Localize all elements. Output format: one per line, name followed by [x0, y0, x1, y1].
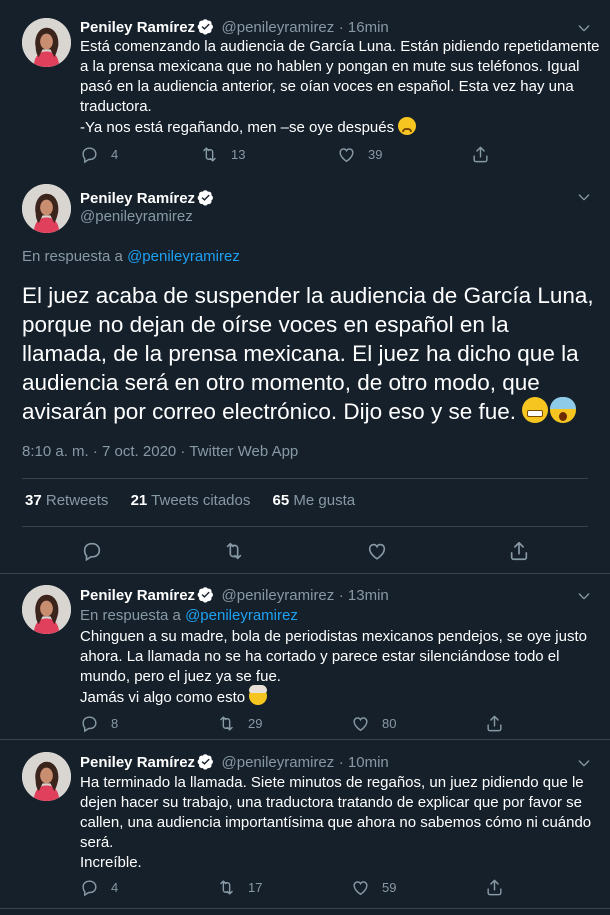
- reply-context: En respuesta a @penileyramirez: [80, 607, 298, 624]
- author-handle[interactable]: @penileyramirez: [222, 19, 335, 36]
- avatar[interactable]: [22, 18, 71, 67]
- reply-icon: [80, 714, 99, 733]
- author-handle[interactable]: @penileyramirez: [222, 754, 335, 771]
- reply-to-link[interactable]: @penileyramirez: [185, 607, 298, 624]
- author-name[interactable]: Peniley Ramírez: [80, 754, 195, 771]
- verified-icon: [197, 189, 214, 206]
- share-icon: [471, 145, 490, 164]
- tweet-time[interactable]: · 10min: [339, 754, 389, 771]
- screaming-face-emoji: [550, 397, 577, 423]
- like-icon: [351, 714, 370, 733]
- reply-icon: [80, 878, 99, 897]
- chevron-down-icon[interactable]: [576, 189, 592, 205]
- author-handle[interactable]: @penileyramirez: [222, 587, 335, 604]
- reply-icon: [81, 540, 103, 562]
- verified-icon: [197, 586, 214, 603]
- reply-icon: [80, 145, 99, 164]
- main-author-name-row: Peniley Ramírez: [80, 189, 217, 208]
- divider: [0, 908, 610, 909]
- verified-icon: [197, 753, 214, 770]
- share-icon: [508, 540, 530, 562]
- upside-down-face-emoji: [398, 117, 417, 135]
- author-name[interactable]: Peniley Ramírez: [80, 587, 195, 604]
- like-button[interactable]: 80: [351, 714, 485, 733]
- exploding-head-emoji: [249, 685, 268, 705]
- author-name[interactable]: Peniley Ramírez: [80, 19, 195, 36]
- tweet-text: Chinguen a su madre, bola de periodistas…: [80, 628, 587, 706]
- reply-context: En respuesta a @penileyramirez: [22, 248, 240, 265]
- reply-to-link[interactable]: @penileyramirez: [127, 248, 240, 265]
- divider: [22, 478, 588, 479]
- retweet-icon: [223, 540, 245, 562]
- tweet-text: Ha terminado la llamada. Siete minutos d…: [80, 774, 592, 871]
- avatar[interactable]: [22, 184, 71, 233]
- reply-button[interactable]: 8: [80, 714, 217, 733]
- like-icon: [366, 540, 388, 562]
- tweet-actions: 8 29 80: [80, 714, 504, 733]
- retweet-icon: [200, 145, 219, 164]
- tweet-text: Está comenzando la audiencia de García L…: [80, 38, 600, 136]
- reply-button[interactable]: 4: [80, 145, 200, 164]
- grimacing-face-emoji: [522, 397, 549, 423]
- main-tweet-text: El juez acaba de suspender la audiencia …: [22, 283, 594, 424]
- share-button[interactable]: [485, 878, 504, 897]
- retweet-button[interactable]: 17: [217, 878, 351, 897]
- divider: [0, 739, 610, 740]
- avatar[interactable]: [22, 752, 71, 801]
- retweet-icon: [217, 714, 236, 733]
- retweet-icon: [217, 878, 236, 897]
- likes-count[interactable]: 65 Me gusta: [273, 492, 356, 509]
- like-icon: [337, 145, 356, 164]
- author-name[interactable]: Peniley Ramírez: [80, 190, 195, 207]
- like-button[interactable]: 39: [337, 145, 471, 164]
- divider: [0, 573, 610, 574]
- quotes-count[interactable]: 21 Tweets citados: [131, 492, 251, 509]
- author-handle[interactable]: @penileyramirez: [80, 208, 193, 225]
- chevron-down-icon[interactable]: [576, 20, 592, 36]
- verified-icon: [197, 18, 214, 35]
- avatar[interactable]: [22, 585, 71, 634]
- tweet-actions: 4 13 39: [80, 145, 490, 164]
- main-tweet-meta[interactable]: 8:10 a. m. · 7 oct. 2020 · Twitter Web A…: [22, 443, 298, 460]
- tweet-actions: 4 17 59: [80, 878, 504, 897]
- share-button[interactable]: [471, 145, 490, 164]
- retweet-button[interactable]: [223, 540, 366, 562]
- tweet-time[interactable]: · 16min: [339, 19, 389, 36]
- share-button[interactable]: [508, 540, 530, 562]
- tweet-header: Peniley Ramírez @penileyramirez · 16min: [80, 18, 389, 37]
- reply-button[interactable]: 4: [80, 878, 217, 897]
- like-button[interactable]: [366, 540, 508, 562]
- share-icon: [485, 878, 504, 897]
- tweet-header: Peniley Ramírez @penileyramirez · 10min: [80, 753, 389, 772]
- tweet-time[interactable]: · 13min: [339, 587, 389, 604]
- divider: [22, 526, 588, 527]
- tweet-header: Peniley Ramírez @penileyramirez · 13min: [80, 586, 389, 605]
- share-icon: [485, 714, 504, 733]
- main-tweet-stats: 37 Retweets 21 Tweets citados 65 Me gust…: [25, 492, 355, 509]
- like-icon: [351, 878, 370, 897]
- retweets-count[interactable]: 37 Retweets: [25, 492, 108, 509]
- reply-button[interactable]: [81, 540, 223, 562]
- like-button[interactable]: 59: [351, 878, 485, 897]
- retweet-button[interactable]: 13: [200, 145, 337, 164]
- chevron-down-icon[interactable]: [576, 755, 592, 771]
- main-tweet-actions: [81, 540, 530, 562]
- share-button[interactable]: [485, 714, 504, 733]
- retweet-button[interactable]: 29: [217, 714, 351, 733]
- chevron-down-icon[interactable]: [576, 588, 592, 604]
